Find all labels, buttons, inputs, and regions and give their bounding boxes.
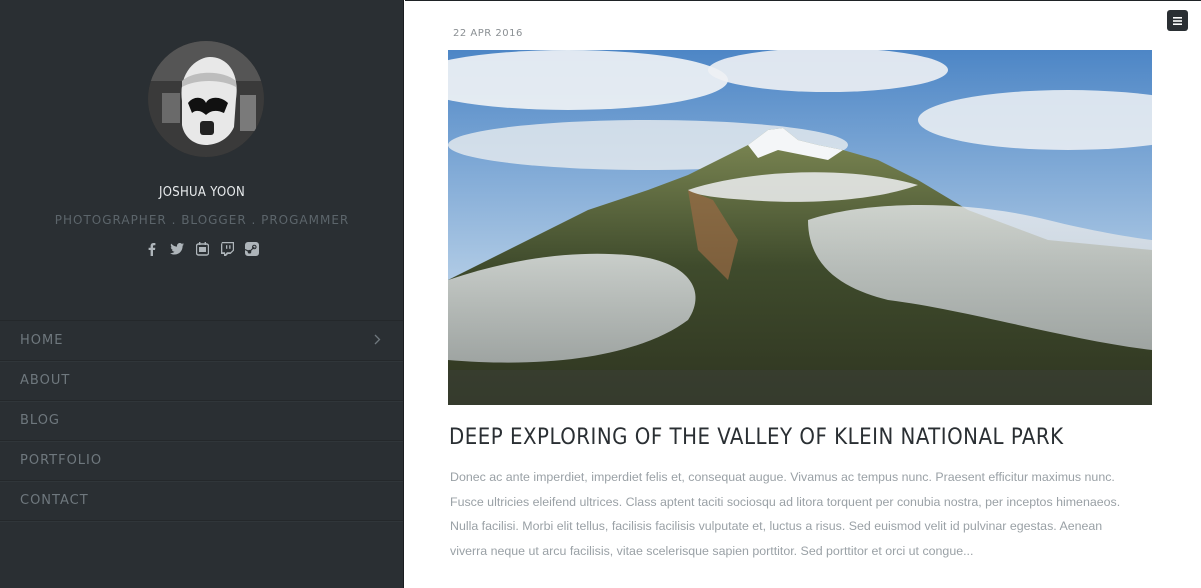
- post-date: 22 APR 2016: [453, 28, 523, 39]
- main-content: 22 APR 2016 DEEP EXPLORING OF THE VALLEY…: [405, 0, 1201, 588]
- nav-item-label: PORTFOLIO: [20, 453, 103, 468]
- hamburger-icon: [1173, 16, 1182, 25]
- nav-item-blog[interactable]: BLOG: [0, 401, 403, 441]
- post-hero-image[interactable]: [448, 50, 1152, 405]
- nav-item-home[interactable]: HOME: [0, 321, 403, 361]
- youtube-icon[interactable]: [195, 241, 209, 257]
- facebook-icon[interactable]: [145, 241, 159, 257]
- nav-item-label: CONTACT: [20, 493, 89, 508]
- post-excerpt: Donec ac ante imperdiet, imperdiet felis…: [450, 470, 1121, 558]
- post-title[interactable]: DEEP EXPLORING OF THE VALLEY OF KLEIN NA…: [449, 425, 1064, 450]
- nav-item-about[interactable]: ABOUT: [0, 361, 403, 401]
- social-links: [0, 241, 404, 257]
- avatar[interactable]: [148, 41, 264, 157]
- main-nav: HOME ABOUT BLOG PORTFOLIO CONTACT: [0, 320, 403, 521]
- menu-toggle-button[interactable]: [1167, 10, 1188, 31]
- steam-icon[interactable]: [245, 241, 259, 257]
- chevron-right-icon: [374, 334, 381, 349]
- nav-item-contact[interactable]: CONTACT: [0, 481, 403, 521]
- nav-item-portfolio[interactable]: PORTFOLIO: [0, 441, 403, 481]
- nav-item-label: ABOUT: [20, 373, 71, 388]
- profile-name: JOSHUA YOON: [158, 185, 246, 200]
- nav-item-label: BLOG: [20, 413, 61, 428]
- twitter-icon[interactable]: [170, 241, 184, 257]
- profile-tagline: PHOTOGRAPHER . BLOGGER . PROGAMMER: [54, 213, 350, 227]
- twitch-icon[interactable]: [220, 241, 234, 257]
- nav-item-label: HOME: [20, 333, 64, 348]
- sidebar: JOSHUA YOON PHOTOGRAPHER . BLOGGER . PRO…: [0, 0, 404, 588]
